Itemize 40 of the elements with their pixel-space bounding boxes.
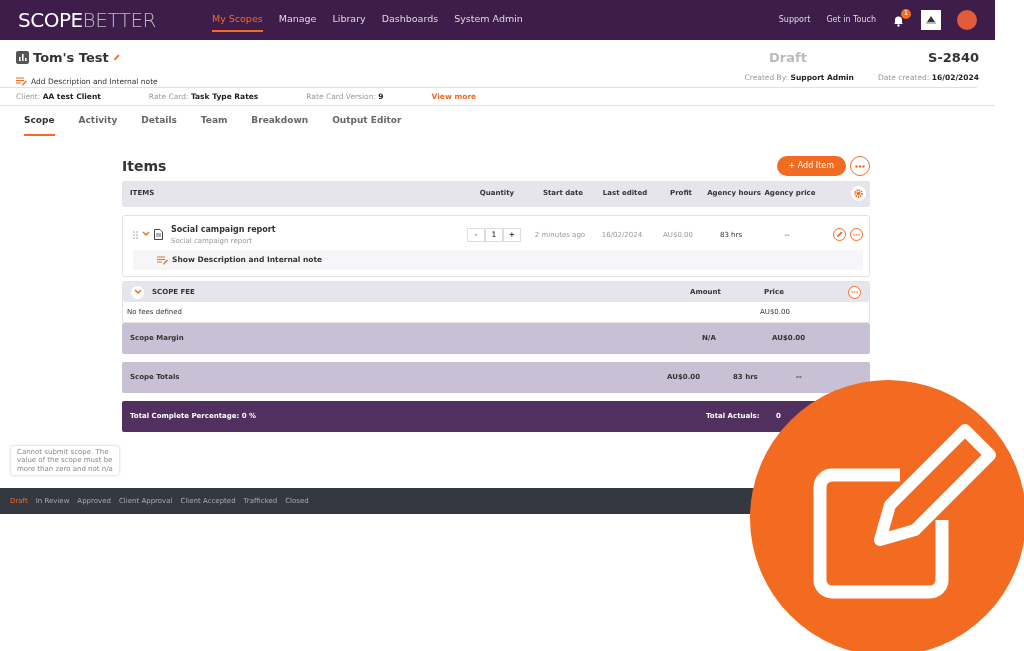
nav-link[interactable]: Support bbox=[778, 14, 811, 26]
nav-link[interactable]: Get in Touch bbox=[826, 14, 876, 26]
edit-button[interactable] bbox=[833, 228, 846, 242]
nav-link[interactable]: Manage bbox=[278, 7, 317, 33]
document-icon bbox=[154, 229, 163, 241]
nav-link[interactable]: Library bbox=[332, 7, 366, 33]
item-name: Social campaign report bbox=[171, 223, 276, 236]
nav-link[interactable]: System Admin bbox=[454, 7, 523, 33]
tab[interactable]: Breakdown bbox=[251, 114, 309, 136]
chart-icon bbox=[16, 51, 29, 65]
add-item-button[interactable]: + Add Item bbox=[776, 156, 846, 176]
nav-link[interactable]: Dashboards bbox=[381, 7, 439, 33]
brand-logo[interactable]: SCOPEBETTER bbox=[18, 10, 156, 30]
more-button[interactable] bbox=[850, 228, 863, 242]
tab[interactable]: Details bbox=[141, 114, 177, 136]
pencil-icon[interactable] bbox=[112, 54, 120, 62]
collapse-button[interactable] bbox=[131, 285, 144, 299]
more-button[interactable] bbox=[848, 285, 861, 299]
note-icon bbox=[157, 255, 168, 265]
gear-icon bbox=[854, 189, 863, 198]
drag-handle-icon[interactable] bbox=[133, 230, 138, 239]
tab[interactable]: Team bbox=[200, 114, 228, 136]
chevron-icon bbox=[142, 231, 150, 238]
note-icon bbox=[16, 76, 27, 86]
chevron-icon bbox=[133, 289, 142, 295]
more-icon bbox=[855, 164, 865, 168]
more-button[interactable] bbox=[850, 156, 870, 176]
scope-title: Tom's Test bbox=[33, 49, 109, 67]
company-logo[interactable] bbox=[921, 10, 941, 30]
section-title: Items bbox=[122, 156, 167, 176]
tab[interactable]: Activity bbox=[78, 114, 118, 136]
more-icon bbox=[853, 233, 860, 236]
tab[interactable]: Scope bbox=[24, 114, 55, 136]
status-label: Draft bbox=[769, 49, 807, 67]
avatar[interactable] bbox=[957, 10, 977, 30]
tab[interactable]: Output Editor bbox=[332, 114, 402, 136]
scope-number: S-2840 bbox=[928, 49, 979, 67]
pencil-icon bbox=[836, 231, 843, 239]
settings-button[interactable] bbox=[851, 186, 866, 201]
nav-link[interactable]: My Scopes bbox=[211, 7, 263, 33]
